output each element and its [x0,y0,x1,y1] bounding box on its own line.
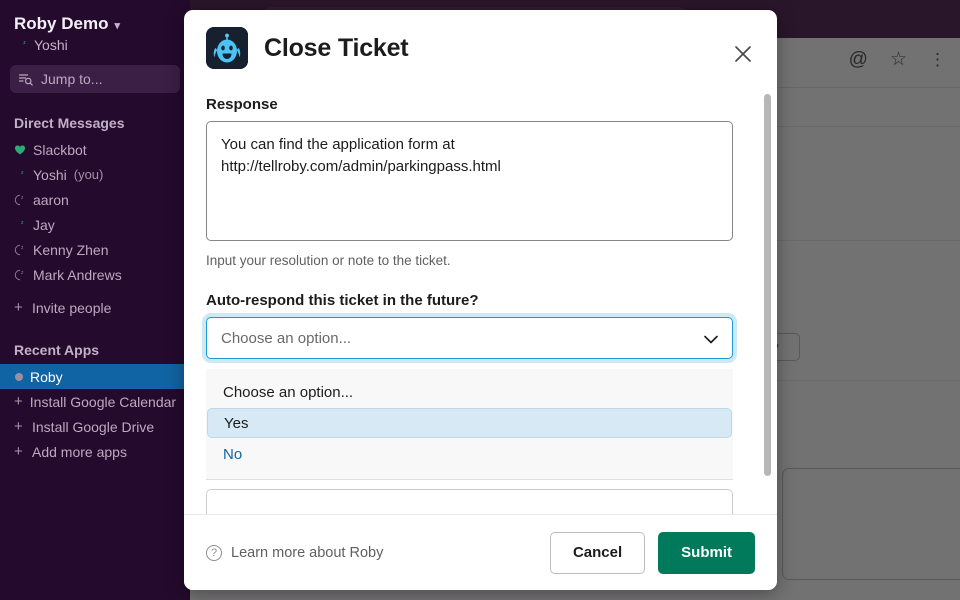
modal-footer: ? Learn more about Roby Cancel Submit [184,514,777,590]
sidebar-item-mark-andrews[interactable]: z Mark Andrews [0,262,190,287]
sidebar-item-install-google-calendar[interactable]: + Install Google Calendar [0,389,190,414]
svg-text:z: z [21,219,24,225]
response-textarea[interactable] [206,121,733,241]
slack-sidebar: Roby Demo ▾ z Yoshi Jump to... Direct Me… [0,0,190,600]
learn-more-label: Learn more about Roby [231,544,384,561]
presence-away-icon: z [14,269,24,280]
svg-text:z: z [21,269,24,275]
learn-more-link[interactable]: ? Learn more about Roby [206,544,384,561]
presence-active-icon: z [17,40,26,50]
plus-icon: + [14,393,23,410]
workspace-header: Roby Demo ▾ z Yoshi [0,10,190,53]
question-circle-icon: ? [206,544,222,561]
sidebar-item-label: Install Google Drive [32,418,155,435]
plus-icon: + [14,443,23,460]
sidebar-section-direct-messages[interactable]: Direct Messages [0,115,190,131]
sidebar-item-label: Roby [30,368,63,385]
svg-text:z: z [21,244,24,250]
presence-away-icon: z [14,244,24,255]
heart-icon [14,144,26,154]
sidebar-item-label: Add more apps [32,443,127,460]
modal-body: Response Input your resolution or note t… [184,86,777,514]
recent-apps-list: Roby + Install Google Calendar + Install… [0,364,190,464]
sidebar-item-install-google-drive[interactable]: + Install Google Drive [0,414,190,439]
submit-button[interactable]: Submit [658,531,755,574]
presence-away-icon: z [14,194,24,205]
dropdown-option-choose[interactable]: Choose an option... [207,376,732,408]
sidebar-item-label: Jay [33,216,55,233]
svg-text:z: z [23,40,26,46]
auto-respond-selected-value: Choose an option... [221,329,352,347]
close-icon[interactable] [731,42,755,66]
close-ticket-modal: Close Ticket Response Input your resolut… [184,10,777,590]
sidebar-item-label: Yoshi [33,166,67,183]
modal-title: Close Ticket [264,33,409,62]
workspace-name: Roby Demo [14,14,109,33]
sidebar-item-label: Install Google Calendar [29,393,177,410]
search-jump-icon [19,73,33,86]
sidebar-item-yoshi[interactable]: z Yoshi (you) [0,162,190,187]
auto-respond-label: Auto-respond this ticket in the future? [206,292,479,309]
dropdown-option-no[interactable]: No [207,438,732,470]
dropdown-option-yes[interactable]: Yes [207,408,732,438]
sidebar-item-you-tag: (you) [73,167,104,182]
auto-respond-dropdown-list: Choose an option... Yes No [206,369,733,480]
cancel-button[interactable]: Cancel [549,531,646,574]
svg-text:z: z [21,194,24,200]
sidebar-item-jay[interactable]: z Jay [0,212,190,237]
modal-actions: Cancel Submit [549,531,755,574]
presence-active-icon: z [15,219,24,230]
sidebar-item-label: aaron [33,191,69,208]
additional-input-field[interactable] [206,489,733,514]
chevron-down-icon [704,331,718,348]
direct-messages-list: Slackbot z Yoshi (you) z aaron z Jay z K… [0,137,190,320]
response-label: Response [206,96,278,113]
jump-to-label: Jump to... [41,71,103,87]
sidebar-item-roby[interactable]: Roby [0,364,190,389]
sidebar-item-aaron[interactable]: z aaron [0,187,190,212]
sidebar-item-kenny-zhen[interactable]: z Kenny Zhen [0,237,190,262]
sidebar-item-label: Invite people [32,299,112,316]
sidebar-item-label: Kenny Zhen [33,241,109,258]
modal-header: Close Ticket [184,10,777,86]
sidebar-item-label: Slackbot [33,141,87,158]
plus-icon: + [14,418,23,435]
chevron-down-icon: ▾ [114,19,120,32]
jump-to-search[interactable]: Jump to... [10,65,180,93]
modal-scrollbar[interactable] [763,94,772,490]
auto-respond-select[interactable]: Choose an option... [206,317,733,359]
plus-icon: + [14,299,23,316]
workspace-switcher[interactable]: Roby Demo ▾ [14,14,176,34]
current-user-label: Yoshi [34,37,68,53]
sidebar-section-recent-apps[interactable]: Recent Apps [0,342,190,358]
sidebar-item-slackbot[interactable]: Slackbot [0,137,190,162]
sidebar-item-add-more-apps[interactable]: + Add more apps [0,439,190,464]
roby-app-icon [206,27,248,69]
current-user[interactable]: z Yoshi [14,37,176,53]
svg-text:z: z [21,169,24,175]
screen: Roby Demo ▾ z Yoshi Jump to... Direct Me… [0,0,960,600]
app-dot-icon [15,372,23,381]
sidebar-item-invite-people[interactable]: + Invite people [0,295,190,320]
sidebar-item-label: Mark Andrews [33,266,122,283]
presence-active-icon: z [15,169,24,180]
response-hint: Input your resolution or note to the tic… [206,253,451,268]
modal-scrollbar-thumb[interactable] [764,94,771,476]
